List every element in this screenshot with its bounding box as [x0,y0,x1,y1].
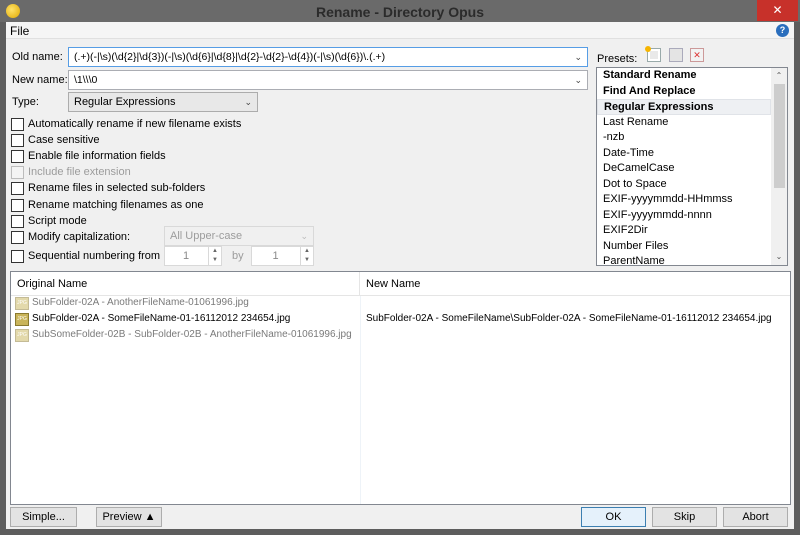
app-icon [6,4,20,18]
option-checkbox-row[interactable]: Include file extension [11,164,131,180]
checkbox[interactable] [11,149,24,163]
preset-item[interactable]: Find And Replace [597,84,787,100]
checkbox[interactable] [11,198,24,212]
title-bar: Rename - Directory Opus [0,0,800,22]
by-label: by [232,250,244,262]
option-label: Include file extension [28,166,131,178]
old-name-value: (.+)(-|\s)(\d{2}|\d{3})(-|\s)(\d{6}|\d{8… [74,51,386,63]
preset-item[interactable]: Standard Rename [597,68,787,84]
column-divider [360,296,361,504]
presets-scrollbar[interactable]: ⌃ ⌄ [771,68,787,265]
ok-button[interactable]: OK [581,507,646,527]
preset-item[interactable]: Number Files [597,239,787,255]
preset-item[interactable]: -nzb [597,130,787,146]
jpg-file-icon: JPG [15,312,29,326]
preset-item[interactable]: Dot to Space [597,177,787,193]
spin-arrows-icon[interactable]: ▲ ▼ [208,247,221,265]
spin-arrows-icon[interactable]: ▲ ▼ [300,247,313,265]
checkbox[interactable] [11,181,24,195]
help-icon[interactable]: ? [776,24,789,37]
skip-button[interactable]: Skip [652,507,717,527]
preset-item[interactable]: EXIF-yyyymmdd-nnnn [597,208,787,224]
type-dropdown[interactable]: Regular Expressions ⌄ [68,92,258,112]
new-preset-icon[interactable] [645,46,661,62]
preset-item[interactable]: Regular Expressions [597,99,771,115]
checkbox[interactable] [11,117,24,131]
edit-preset-icon[interactable] [669,48,683,62]
chevron-down-icon: ⌄ [300,231,308,241]
option-label: Automatically rename if new filename exi… [28,118,242,130]
original-name: SubFolder-02A - AnotherFileName-01061996… [32,297,249,308]
chevron-down-icon[interactable]: ⌄ [574,71,582,89]
preset-item[interactable]: DeCamelCase [597,161,787,177]
option-label: Rename files in selected sub-folders [28,182,206,194]
close-button[interactable]: ✕ [757,0,798,21]
option-label: Modify capitalization: [28,231,131,243]
scroll-down-icon[interactable]: ⌄ [771,249,787,265]
option-label: Sequential numbering from [28,250,161,262]
option-checkbox-row[interactable]: Rename matching filenames as one [11,197,203,213]
preset-item[interactable]: EXIF-yyyymmdd-HHmmss [597,192,787,208]
option-checkbox-row[interactable]: Case sensitive [11,132,100,148]
option-checkbox-row[interactable]: Rename files in selected sub-folders [11,180,205,196]
capitalization-value: All Upper-case [170,230,243,242]
new-name-label: New name: [12,74,68,86]
option-checkbox-row[interactable]: Sequential numbering from [11,248,160,264]
preview-button[interactable]: Preview ▲ [96,507,162,527]
option-label: Case sensitive [28,134,100,146]
option-checkbox-row[interactable]: Automatically rename if new filename exi… [11,116,241,132]
presets-list[interactable]: Standard Rename Find And Replace Regular E… [596,67,788,266]
column-header-new[interactable]: New Name [360,272,790,296]
column-header-original[interactable]: Original Name [11,272,360,296]
checkbox[interactable] [11,133,24,147]
simple-button[interactable]: Simple... [10,507,77,527]
preset-item[interactable]: EXIF2Dir [597,223,787,239]
chevron-down-icon[interactable]: ⌄ [574,48,582,66]
checkbox[interactable] [11,165,24,179]
chevron-down-icon: ⌄ [244,97,252,107]
preview-list[interactable]: Original Name New Name JPG SubFolder-02A … [10,271,791,505]
scroll-up-icon[interactable]: ⌃ [771,68,787,84]
scroll-thumb[interactable] [774,84,785,188]
original-name: SubFolder-02A - SomeFileName-01-16112012… [32,313,291,324]
presets-label: Presets: [597,53,638,65]
file-row[interactable]: JPG SubFolder-02A - AnotherFileName-01061… [15,295,249,311]
new-name-cell: SubFolder-02A - SomeFileName\SubFolder-0… [366,313,772,324]
sequence-by-spinner[interactable]: 1 ▲ ▼ [251,246,314,266]
checkbox[interactable] [11,249,24,263]
option-label: Rename matching filenames as one [28,199,204,211]
jpg-file-icon: JPG [15,328,29,342]
option-label: Script mode [28,215,87,227]
menu-bar: File ? [6,22,794,39]
checkbox[interactable] [11,230,24,244]
option-checkbox-row[interactable]: Enable file information fields [11,148,166,164]
original-name: SubSomeFolder-02B - SubFolder-02B - Anot… [32,329,352,340]
sequence-from-spinner[interactable]: 1 ▲ ▼ [164,246,222,266]
type-label: Type: [12,96,39,108]
abort-button[interactable]: Abort [723,507,788,527]
jpg-file-icon: JPG [15,296,29,310]
checkbox[interactable] [11,214,24,228]
preset-item[interactable]: Date-Time [597,146,787,162]
file-row[interactable]: JPG SubSomeFolder-02B - SubFolder-02B - A… [15,327,352,343]
new-name-value: \1\\\0 [74,74,98,86]
new-name-input[interactable]: \1\\\0 ⌄ [68,70,588,90]
sequence-by-value: 1 [272,250,279,262]
old-name-label: Old name: [12,51,63,63]
menu-file[interactable]: File [10,24,29,38]
preset-item[interactable]: ParentName [597,254,787,265]
option-label: Enable file information fields [28,150,166,162]
capitalization-dropdown[interactable]: All Upper-case ⌄ [164,226,314,246]
option-checkbox-row[interactable]: Modify capitalization: [11,229,130,245]
file-row[interactable]: JPG SubFolder-02A - SomeFileName-01-16112… [15,311,290,327]
option-checkbox-row[interactable]: Script mode [11,213,87,229]
delete-preset-icon[interactable]: ✕ [690,48,704,62]
old-name-input[interactable]: (.+)(-|\s)(\d{2}|\d{3})(-|\s)(\d{6}|\d{8… [68,47,588,67]
window-title: Rename - Directory Opus [315,4,485,20]
preset-item[interactable]: Last Rename [597,115,787,131]
type-value: Regular Expressions [74,96,176,108]
sequence-from-value: 1 [182,250,190,262]
